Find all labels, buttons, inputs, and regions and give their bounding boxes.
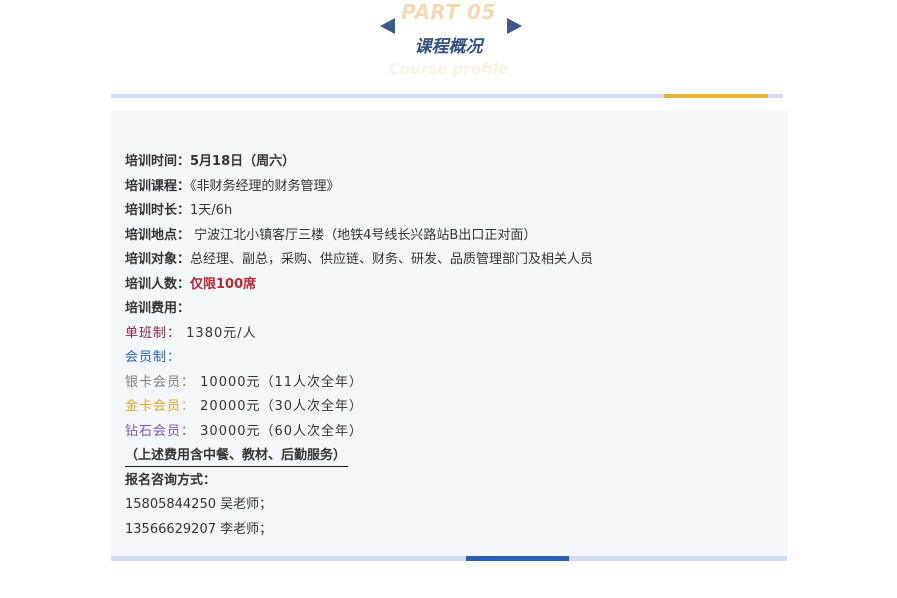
training-count-value: 仅限100席	[190, 276, 257, 292]
training-location-label: 培训地点：	[125, 227, 191, 243]
contact-phone-2: 13566629207 李老师；	[125, 521, 273, 537]
single-class-value: 1380元/人	[181, 325, 257, 341]
training-time-label: 培训时间：	[125, 154, 191, 169]
fee-note-row: （上述费用含中餐、教材、后勤服务）	[125, 444, 775, 469]
fee-note: （上述费用含中餐、教材、后勤服务）	[125, 446, 349, 467]
top-divider	[111, 94, 783, 98]
single-class-label: 单班制：	[125, 325, 182, 341]
training-time-value: 5月18日（周六）	[190, 154, 296, 169]
course-details: 培训时间：5月18日（周六） 培训课程：《非财务经理的财务管理》 培训时长：1天…	[125, 150, 775, 542]
gold-member-row: 金卡会员： 20000元（30人次全年）	[125, 395, 775, 420]
single-class-fee-row: 单班制： 1380元/人	[125, 322, 775, 347]
training-duration-label: 培训时长：	[125, 203, 191, 218]
training-course-row: 培训课程：《非财务经理的财务管理》	[125, 175, 775, 200]
training-audience-row: 培训对象：总经理、副总，采购、供应链、财务、研发、品质管理部门及相关人员	[125, 248, 775, 273]
training-location-value: 宁波江北小镇客厅三楼（地铁4号线长兴路站B出口正对面）	[190, 227, 537, 243]
contact-phone-1: 15805844250 吴老师；	[125, 497, 273, 512]
diamond-member-row: 钻石会员： 30000元（60人次全年）	[125, 420, 775, 445]
training-fee-row: 培训费用：	[125, 297, 775, 322]
contact-line-2: 13566629207 李老师；	[125, 518, 775, 543]
contact-label: 报名咨询方式：	[125, 472, 217, 488]
training-count-row: 培训人数：仅限100席	[125, 273, 775, 298]
diamond-member-label: 钻石会员：	[125, 423, 196, 439]
bottom-divider-accent	[466, 556, 569, 561]
contact-line-1: 15805844250 吴老师；	[125, 493, 775, 518]
membership-row: 会员制：	[125, 346, 775, 371]
silver-member-row: 银卡会员： 10000元（11人次全年）	[125, 371, 775, 396]
gold-member-value: 20000元（30人次全年）	[195, 399, 364, 414]
section-header: PART 05 课程概况 Course profile	[0, 0, 897, 92]
bottom-divider	[111, 556, 787, 561]
gold-member-label: 金卡会员：	[125, 399, 196, 414]
contact-row: 报名咨询方式：	[125, 469, 775, 494]
silver-member-value: 10000元（11人次全年）	[195, 374, 364, 390]
membership-label: 会员制：	[125, 350, 182, 365]
training-duration-value: 1天/6h	[190, 203, 233, 218]
silver-member-label: 银卡会员：	[125, 374, 196, 390]
part-label: PART 05	[401, 0, 496, 24]
section-subtitle: Course profile	[388, 60, 509, 78]
top-divider-accent	[664, 94, 768, 98]
section-title: 课程概况	[414, 37, 483, 57]
training-audience-value: 总经理、副总，采购、供应链、财务、研发、品质管理部门及相关人员	[190, 252, 594, 267]
training-fee-label: 培训费用：	[125, 301, 191, 316]
training-course-value: 《非财务经理的财务管理》	[190, 178, 340, 194]
training-time-row: 培训时间：5月18日（周六）	[125, 150, 775, 175]
training-duration-row: 培训时长：1天/6h	[125, 199, 775, 224]
training-audience-label: 培训对象：	[125, 252, 191, 267]
training-course-label: 培训课程：	[125, 178, 191, 194]
training-location-row: 培训地点： 宁波江北小镇客厅三楼（地铁4号线长兴路站B出口正对面）	[125, 224, 775, 249]
training-count-label: 培训人数：	[125, 276, 191, 292]
diamond-member-value: 30000元（60人次全年）	[195, 423, 364, 439]
